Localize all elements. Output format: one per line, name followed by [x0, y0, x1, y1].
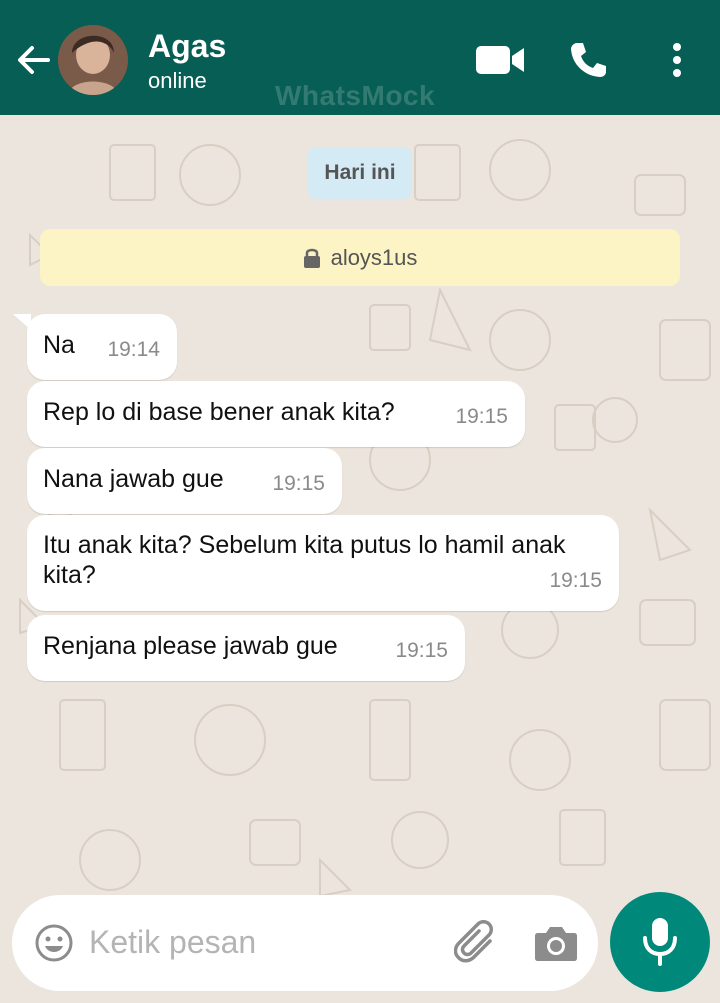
- lock-icon: [303, 248, 320, 268]
- message-bubble[interactable]: Renjana please jawab gue 19:15: [27, 615, 465, 681]
- message-text: Renjana please jawab gue: [43, 632, 338, 660]
- message-text: Na: [43, 331, 75, 359]
- mic-button[interactable]: [610, 892, 710, 992]
- more-options-icon[interactable]: [662, 40, 692, 80]
- message-input-bar[interactable]: Ketik pesan: [12, 895, 598, 991]
- notice-text: aloys1us: [330, 244, 418, 270]
- mic-icon: [643, 918, 677, 966]
- message-input[interactable]: Ketik pesan: [89, 924, 256, 961]
- emoji-icon[interactable]: [34, 923, 74, 963]
- date-chip: Hari ini: [308, 147, 412, 199]
- message-bubble[interactable]: Itu anak kita? Sebelum kita putus lo ham…: [27, 515, 619, 611]
- contact-name[interactable]: Agas: [148, 28, 226, 65]
- message-text: Rep lo di base bener anak kita?: [43, 398, 395, 426]
- back-arrow-icon[interactable]: [14, 40, 54, 80]
- message-text: Nana jawab gue: [43, 465, 224, 493]
- video-call-icon[interactable]: [474, 40, 526, 80]
- message-time: 19:15: [395, 639, 448, 662]
- message-bubble[interactable]: Nana jawab gue 19:15: [27, 448, 342, 514]
- message-text: Itu anak kita? Sebelum kita putus lo ham…: [43, 531, 566, 589]
- chat-header: Agas online WhatsMock: [0, 0, 720, 115]
- message-time: 19:14: [107, 338, 160, 361]
- message-time: 19:15: [272, 472, 325, 495]
- message-time: 19:15: [455, 405, 508, 428]
- attach-icon[interactable]: [454, 919, 500, 969]
- contact-status: online: [148, 68, 207, 93]
- watermark: WhatsMock: [275, 80, 436, 111]
- encryption-notice: aloys1us: [40, 229, 680, 286]
- phone-call-icon[interactable]: [568, 40, 608, 80]
- message-bubble[interactable]: Rep lo di base bener anak kita? 19:15: [27, 381, 525, 447]
- avatar[interactable]: [58, 25, 128, 95]
- camera-icon[interactable]: [534, 923, 578, 963]
- message-time: 19:15: [549, 569, 602, 592]
- message-bubble[interactable]: Na 19:14: [13, 314, 177, 380]
